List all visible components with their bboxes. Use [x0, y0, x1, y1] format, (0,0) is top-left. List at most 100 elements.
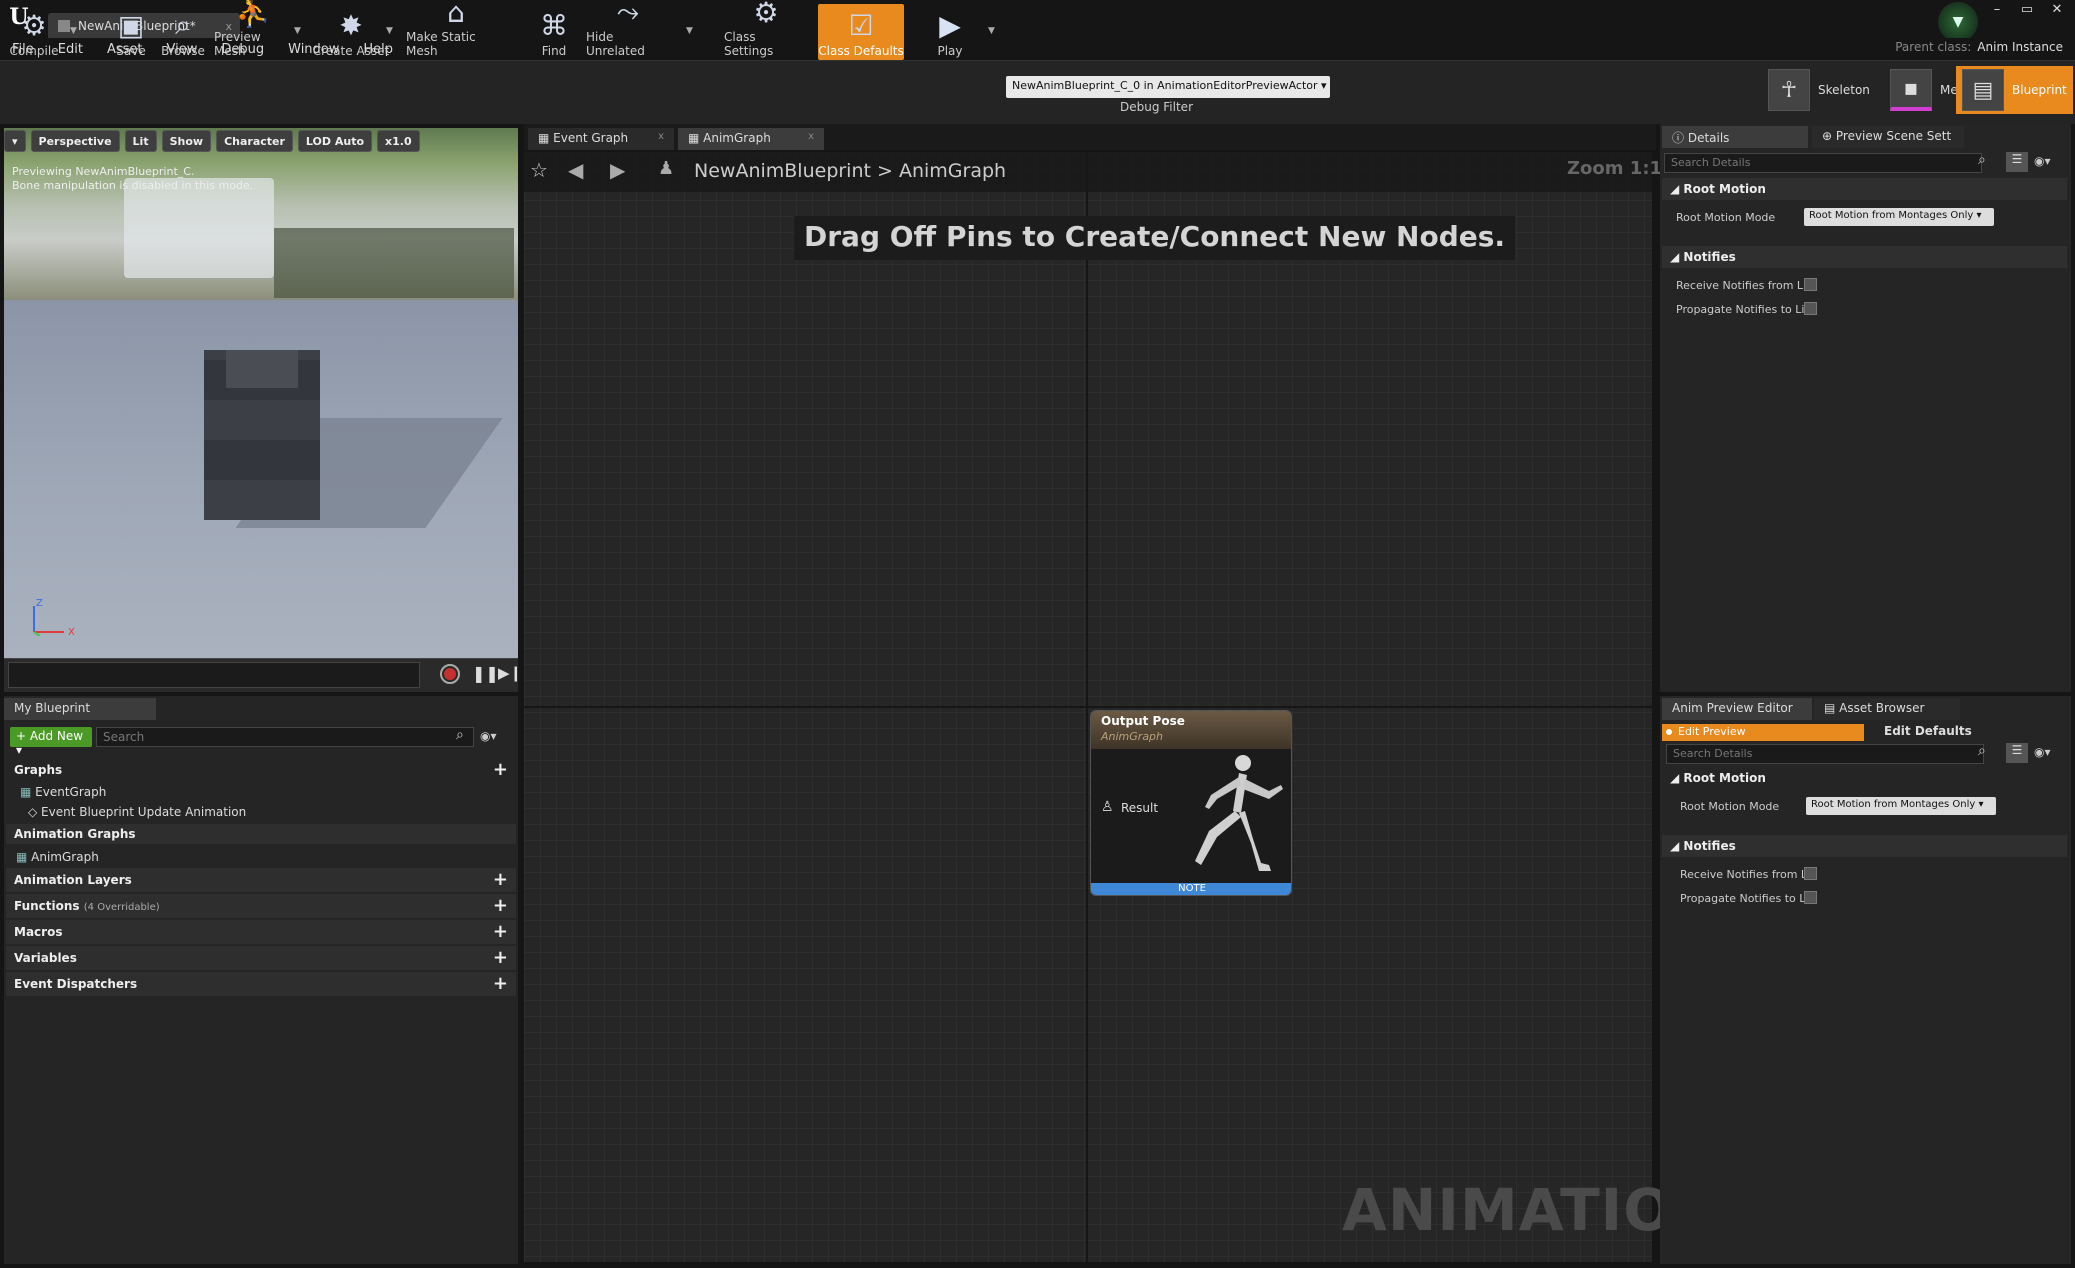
edit-preview-toggle[interactable]: Edit Preview — [1662, 724, 1864, 741]
tab-animgraph[interactable]: ▦ AnimGraph x — [678, 128, 824, 150]
output-pose-node[interactable]: Output Pose AnimGraph ♙ Result NOTE — [1090, 710, 1292, 896]
animgraph-item[interactable]: ▦ AnimGraph — [16, 850, 99, 864]
close-tab-icon[interactable]: x — [808, 131, 814, 142]
lit-button[interactable]: Lit — [124, 130, 157, 152]
section-macros[interactable]: Macros + — [6, 920, 516, 944]
section-animation-layers[interactable]: Animation Layers + — [6, 868, 516, 892]
preview-mesh-label: Preview Mesh — [214, 30, 261, 58]
add-new-button[interactable]: + Add New ▾ — [10, 727, 92, 757]
close-tab-icon[interactable]: x — [658, 131, 664, 142]
back-arrow-icon[interactable]: ◀ — [568, 158, 583, 182]
visibility-eye-icon[interactable]: ◉▾ — [480, 729, 497, 743]
forward-arrow-icon[interactable]: ▶ — [610, 158, 625, 182]
receive-notifies-checkbox[interactable] — [1804, 867, 1817, 880]
learn-orb-icon[interactable]: ▼ — [1938, 2, 1978, 42]
create-asset-button[interactable]: ✸ Create Asset — [312, 4, 390, 60]
propagate-notifies-checkbox[interactable] — [1804, 302, 1817, 315]
root-motion-mode-select[interactable]: Root Motion from Montages Only ▾ — [1806, 797, 1996, 815]
compile-options-arrow[interactable]: ▼ — [70, 26, 77, 36]
visibility-eye-icon[interactable]: ◉▾ — [2034, 154, 2051, 168]
viewport-info-line2: Bone manipulation is disabled in this mo… — [12, 179, 254, 192]
find-button[interactable]: ⌘ Find — [532, 4, 576, 60]
edit-defaults-toggle[interactable]: Edit Defaults — [1884, 724, 1972, 738]
view-options-icon[interactable]: ☰ — [2006, 152, 2028, 172]
hide-unrelated-button[interactable]: ⤳ Hide Unrelated — [586, 0, 670, 60]
debug-object-value: NewAnimBlueprint_C_0 in AnimationEditorP… — [1012, 79, 1318, 92]
section-animation-graphs[interactable]: Animation Graphs — [6, 824, 516, 844]
breadcrumb-root[interactable]: NewAnimBlueprint — [694, 160, 871, 182]
save-button[interactable]: ▣ Save — [110, 4, 152, 60]
timeline-scrubber[interactable] — [8, 662, 420, 688]
preview-viewport[interactable] — [4, 128, 518, 658]
category-root-motion[interactable]: ◢ Root Motion — [1662, 767, 2067, 789]
tab-details[interactable]: ⓘ Details — [1662, 126, 1808, 148]
category-notifies[interactable]: ◢ Notifies — [1662, 246, 2067, 268]
section-functions[interactable]: Functions (4 Overridable) + — [6, 894, 516, 918]
perspective-button[interactable]: Perspective — [30, 130, 120, 152]
view-options-icon[interactable]: ☰ — [2006, 743, 2028, 763]
visibility-eye-icon[interactable]: ◉▾ — [2034, 745, 2051, 759]
record-button[interactable] — [440, 664, 460, 684]
close-window-button[interactable]: ✕ — [2047, 2, 2067, 17]
eventgraph-item[interactable]: ▦ EventGraph — [20, 785, 106, 799]
root-motion-mode-select[interactable]: Root Motion from Montages Only ▾ — [1804, 208, 1994, 226]
add-macro-icon[interactable]: + — [493, 921, 508, 942]
make-static-mesh-button[interactable]: ⌂ Make Static Mesh — [406, 0, 506, 60]
add-function-icon[interactable]: + — [493, 895, 508, 916]
add-dispatcher-icon[interactable]: + — [493, 973, 508, 994]
parent-class-value[interactable]: Anim Instance — [1977, 40, 2063, 54]
anim-preview-search-input[interactable]: Search Details — [1666, 744, 1984, 764]
save-icon: ▣ — [117, 8, 145, 42]
add-variable-icon[interactable]: + — [493, 947, 508, 968]
browse-button[interactable]: ⌕ Browse — [160, 4, 206, 60]
variables-label: Variables — [14, 951, 77, 965]
breadcrumb-separator: > — [877, 160, 893, 182]
receive-notifies-checkbox[interactable] — [1804, 278, 1817, 291]
tab-asset-browser[interactable]: ▤ Asset Browser — [1814, 698, 1960, 720]
lod-auto-button[interactable]: LOD Auto — [297, 130, 373, 152]
class-defaults-button[interactable]: ☑ Class Defaults — [818, 4, 904, 60]
maximize-button[interactable]: ▭ — [2017, 2, 2037, 17]
show-button[interactable]: Show — [161, 130, 212, 152]
compile-button[interactable]: ⚙ Compile — [8, 4, 60, 60]
character-button[interactable]: Character — [216, 130, 293, 152]
step-forward-button[interactable]: ▶❙ — [498, 664, 522, 682]
edit-preview-radio[interactable] — [1664, 727, 1674, 737]
viewport-building — [124, 178, 274, 278]
edit-defaults-label: Edit Defaults — [1884, 724, 1972, 738]
node-title: Output Pose — [1101, 714, 1185, 728]
tab-my-blueprint[interactable]: My Blueprint — [4, 698, 156, 720]
section-variables[interactable]: Variables + — [6, 946, 516, 970]
minimize-button[interactable]: – — [1987, 2, 2007, 17]
section-graphs[interactable]: Graphs + — [6, 758, 516, 782]
favorite-star-icon[interactable]: ☆ — [530, 158, 548, 182]
viewport-options-button[interactable]: ▾ — [4, 130, 26, 152]
pause-button[interactable]: ❚❚ — [472, 664, 499, 683]
details-search-input[interactable]: Search Details — [1664, 153, 1982, 173]
tab-anim-preview-editor[interactable]: Anim Preview Editor — [1662, 698, 1812, 720]
anim-preview-tab-label: Anim Preview Editor — [1672, 701, 1793, 715]
play-button[interactable]: ▶ Play — [928, 4, 972, 60]
add-layer-icon[interactable]: + — [493, 869, 508, 890]
playback-speed-button[interactable]: x1.0 — [377, 130, 420, 152]
category-notifies[interactable]: ◢ Notifies — [1662, 835, 2067, 857]
tab-event-graph[interactable]: ▦ Event Graph x — [528, 128, 674, 150]
add-graph-icon[interactable]: + — [493, 759, 508, 780]
class-settings-button[interactable]: ⚙ Class Settings — [724, 0, 808, 60]
preview-mesh-arrow[interactable]: ▼ — [294, 26, 301, 36]
section-event-dispatchers[interactable]: Event Dispatchers + — [6, 972, 516, 996]
hide-unrelated-arrow[interactable]: ▼ — [686, 26, 693, 36]
debug-object-select[interactable]: NewAnimBlueprint_C_0 in AnimationEditorP… — [1006, 76, 1330, 98]
tab-preview-scene-settings[interactable]: ⊕ Preview Scene Sett — [1812, 126, 1964, 148]
preview-mesh-button[interactable]: ⛹ Preview Mesh — [214, 0, 292, 60]
event-update-item[interactable]: ◇ Event Blueprint Update Animation — [28, 805, 246, 819]
my-blueprint-search-input[interactable]: Search — [96, 727, 474, 747]
play-options-arrow[interactable]: ▼ — [988, 26, 995, 36]
breadcrumb-leaf[interactable]: AnimGraph — [899, 160, 1006, 182]
pose-pin-icon[interactable]: ♙ — [1101, 799, 1114, 815]
mode-skeleton-button[interactable]: ☥ Skeleton — [1762, 66, 1876, 114]
propagate-notifies-checkbox[interactable] — [1804, 891, 1817, 904]
mode-blueprint-button[interactable]: ▤ Blueprint — [1956, 66, 2073, 114]
category-root-motion[interactable]: ◢ Root Motion — [1662, 178, 2067, 200]
create-asset-arrow[interactable]: ▼ — [386, 26, 393, 36]
